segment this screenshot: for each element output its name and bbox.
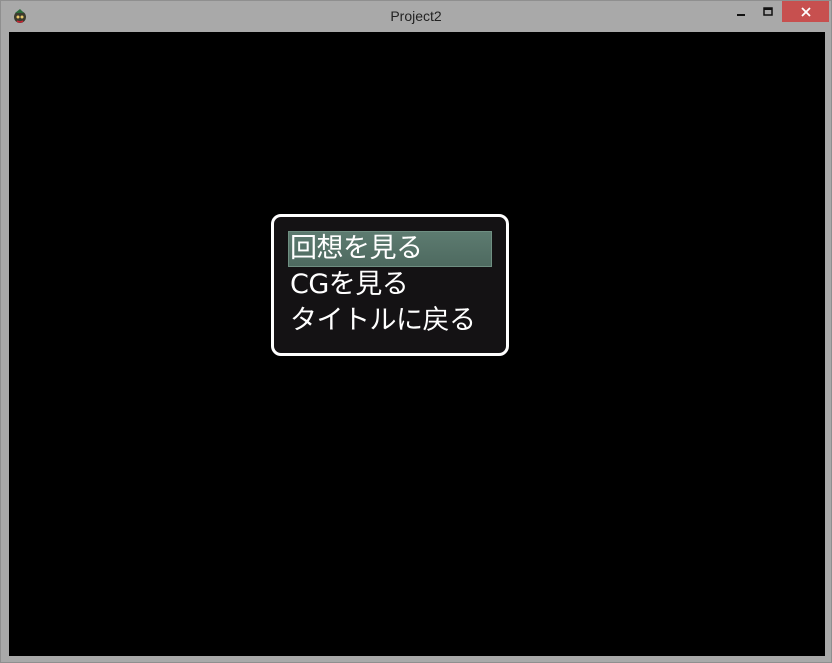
menu-item-view-recollection[interactable]: 回想を見る bbox=[290, 231, 423, 267]
maximize-icon bbox=[763, 6, 773, 16]
maximize-button[interactable] bbox=[755, 1, 781, 22]
game-viewport[interactable]: 回想を見る CGを見る タイトルに戻る bbox=[9, 32, 825, 656]
menu-item-view-cg[interactable]: CGを見る bbox=[290, 267, 409, 303]
minimize-button[interactable] bbox=[728, 1, 754, 22]
choice-menu: 回想を見る CGを見る タイトルに戻る bbox=[271, 214, 509, 356]
minimize-icon bbox=[737, 13, 745, 16]
close-button[interactable] bbox=[782, 1, 829, 22]
window-title: Project2 bbox=[390, 8, 442, 24]
menu-item-return-to-title[interactable]: タイトルに戻る bbox=[290, 303, 476, 339]
close-icon bbox=[800, 6, 811, 17]
game-window: Project2 回想を見る CGを見る タイトルに戻る bbox=[0, 0, 832, 663]
titlebar[interactable]: Project2 bbox=[1, 1, 831, 31]
